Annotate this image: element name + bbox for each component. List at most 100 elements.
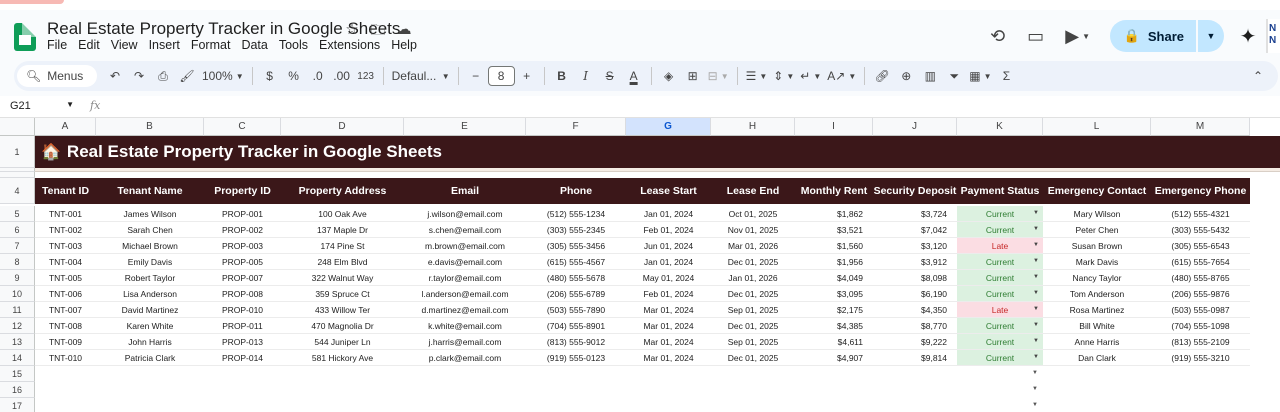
table-cell[interactable]: j.wilson@email.com <box>404 206 526 222</box>
table-cell[interactable]: Tom Anderson <box>1043 286 1151 302</box>
menu-item-edit[interactable]: Edit <box>78 38 100 52</box>
row-header-14[interactable]: 14 <box>0 350 35 366</box>
table-cell[interactable]: k.white@email.com <box>404 318 526 334</box>
spreadsheet-grid[interactable]: ABCDEFGHIJKLM 🏠 Real Estate Property Tra… <box>0 118 1280 412</box>
column-header-l[interactable]: L <box>1043 118 1151 136</box>
table-cell[interactable]: $8,770 <box>873 318 957 334</box>
fill-color-icon[interactable]: ◈ <box>657 64 681 88</box>
table-cell[interactable]: (813) 555-2109 <box>1151 334 1250 350</box>
table-cell[interactable]: $7,042 <box>873 222 957 238</box>
table-cell[interactable]: Mark Davis <box>1043 254 1151 270</box>
text-wrap-icon[interactable]: ↵ ▼ <box>797 64 824 88</box>
decrease-font-size-button[interactable]: − <box>464 64 488 88</box>
chevron-down-icon[interactable]: ▼ <box>1032 386 1038 392</box>
menu-item-file[interactable]: File <box>47 38 67 52</box>
table-cell[interactable]: r.taylor@email.com <box>404 270 526 286</box>
column-header-h[interactable]: H <box>711 118 795 136</box>
row-header-12[interactable]: 12 <box>0 318 35 334</box>
table-cell[interactable]: Jan 01, 2024 <box>626 254 711 270</box>
table-cell[interactable]: Dec 01, 2025 <box>711 318 795 334</box>
table-cell[interactable]: (704) 555-8901 <box>526 318 626 334</box>
row-header-1[interactable]: 1 <box>0 136 35 168</box>
percent-format-button[interactable]: % <box>282 64 306 88</box>
column-header-b[interactable]: B <box>96 118 204 136</box>
borders-icon[interactable]: ⊞ <box>681 64 705 88</box>
table-cell[interactable]: $3,095 <box>795 286 873 302</box>
column-header-j[interactable]: J <box>873 118 957 136</box>
currency-format-button[interactable]: $ <box>258 64 282 88</box>
row-header-9[interactable]: 9 <box>0 270 35 286</box>
table-cell[interactable]: Dec 01, 2025 <box>711 254 795 270</box>
row-header-16[interactable]: 16 <box>0 382 35 398</box>
table-cell[interactable]: e.davis@email.com <box>404 254 526 270</box>
table-cell[interactable]: 248 Elm Blvd <box>281 254 404 270</box>
table-cell[interactable]: Oct 01, 2025 <box>711 206 795 222</box>
table-cell[interactable]: PROP-008 <box>204 286 281 302</box>
header-cell[interactable]: Property Address <box>281 178 404 204</box>
row-header-10[interactable]: 10 <box>0 286 35 302</box>
table-cell[interactable]: $3,120 <box>873 238 957 254</box>
table-cell[interactable]: Susan Brown <box>1043 238 1151 254</box>
column-header-a[interactable]: A <box>35 118 96 136</box>
table-cell[interactable]: Robert Taylor <box>96 270 204 286</box>
table-cell[interactable]: (480) 555-5678 <box>526 270 626 286</box>
bold-icon[interactable]: B <box>550 64 574 88</box>
filter-views-icon[interactable]: ▦ ▼ <box>966 64 994 88</box>
header-cell[interactable]: Property ID <box>204 178 281 204</box>
table-cell[interactable]: (305) 555-3456 <box>526 238 626 254</box>
menu-item-tools[interactable]: Tools <box>279 38 308 52</box>
payment-status-dropdown[interactable]: Current ▼ <box>957 350 1043 366</box>
font-select[interactable]: Defaul... ▼ <box>389 64 453 88</box>
table-cell[interactable]: $3,724 <box>873 206 957 222</box>
table-cell[interactable]: (813) 555-9012 <box>526 334 626 350</box>
menu-item-insert[interactable]: Insert <box>149 38 180 52</box>
table-cell[interactable]: (305) 555-6543 <box>1151 238 1250 254</box>
table-cell[interactable]: p.clark@email.com <box>404 350 526 366</box>
table-cell[interactable]: TNT-003 <box>35 238 96 254</box>
payment-status-dropdown[interactable]: Current ▼ <box>957 286 1043 302</box>
table-cell[interactable]: Michael Brown <box>96 238 204 254</box>
increase-font-size-button[interactable]: + <box>515 64 539 88</box>
row-header-11[interactable]: 11 <box>0 302 35 318</box>
table-cell[interactable]: Mary Wilson <box>1043 206 1151 222</box>
table-cell[interactable]: $4,907 <box>795 350 873 366</box>
header-cell[interactable]: Phone <box>526 178 626 204</box>
menus-search[interactable]: 🔍︎ Menus <box>17 65 97 87</box>
table-cell[interactable]: $4,385 <box>795 318 873 334</box>
column-header-e[interactable]: E <box>404 118 526 136</box>
table-cell[interactable]: l.anderson@email.com <box>404 286 526 302</box>
header-cell[interactable]: Tenant Name <box>96 178 204 204</box>
table-cell[interactable]: PROP-014 <box>204 350 281 366</box>
table-cell[interactable]: $4,049 <box>795 270 873 286</box>
table-cell[interactable]: (704) 555-1098 <box>1151 318 1250 334</box>
table-cell[interactable]: Mar 01, 2024 <box>626 350 711 366</box>
merge-cells-icon[interactable]: ⊟ ▼ <box>705 64 732 88</box>
table-cell[interactable]: $1,956 <box>795 254 873 270</box>
table-cell[interactable]: (503) 555-0987 <box>1151 302 1250 318</box>
table-cell[interactable]: TNT-009 <box>35 334 96 350</box>
row-header-7[interactable]: 7 <box>0 238 35 254</box>
table-cell[interactable]: TNT-001 <box>35 206 96 222</box>
table-cell[interactable]: PROP-010 <box>204 302 281 318</box>
table-cell[interactable]: 322 Walnut Way <box>281 270 404 286</box>
share-dropdown-button[interactable]: ▼ <box>1198 20 1224 52</box>
table-cell[interactable]: (503) 555-7890 <box>526 302 626 318</box>
column-header-d[interactable]: D <box>281 118 404 136</box>
table-cell[interactable]: 581 Hickory Ave <box>281 350 404 366</box>
table-cell[interactable]: 433 Willow Ter <box>281 302 404 318</box>
meet-video-icon[interactable]: ▶ ▼ <box>1056 18 1100 54</box>
header-cell[interactable]: Monthly Rent <box>795 178 873 204</box>
table-cell[interactable]: Peter Chen <box>1043 222 1151 238</box>
table-cell[interactable]: PROP-005 <box>204 254 281 270</box>
table-cell[interactable]: (303) 555-2345 <box>526 222 626 238</box>
table-cell[interactable]: 174 Pine St <box>281 238 404 254</box>
table-cell[interactable]: PROP-007 <box>204 270 281 286</box>
header-cell[interactable]: Email <box>404 178 526 204</box>
table-cell[interactable]: Emily Davis <box>96 254 204 270</box>
table-cell[interactable]: $8,098 <box>873 270 957 286</box>
table-cell[interactable]: (480) 555-8765 <box>1151 270 1250 286</box>
table-cell[interactable]: Karen White <box>96 318 204 334</box>
table-cell[interactable]: Mar 01, 2024 <box>626 318 711 334</box>
increase-decimal-button[interactable]: .00 <box>330 64 354 88</box>
table-cell[interactable]: $3,521 <box>795 222 873 238</box>
